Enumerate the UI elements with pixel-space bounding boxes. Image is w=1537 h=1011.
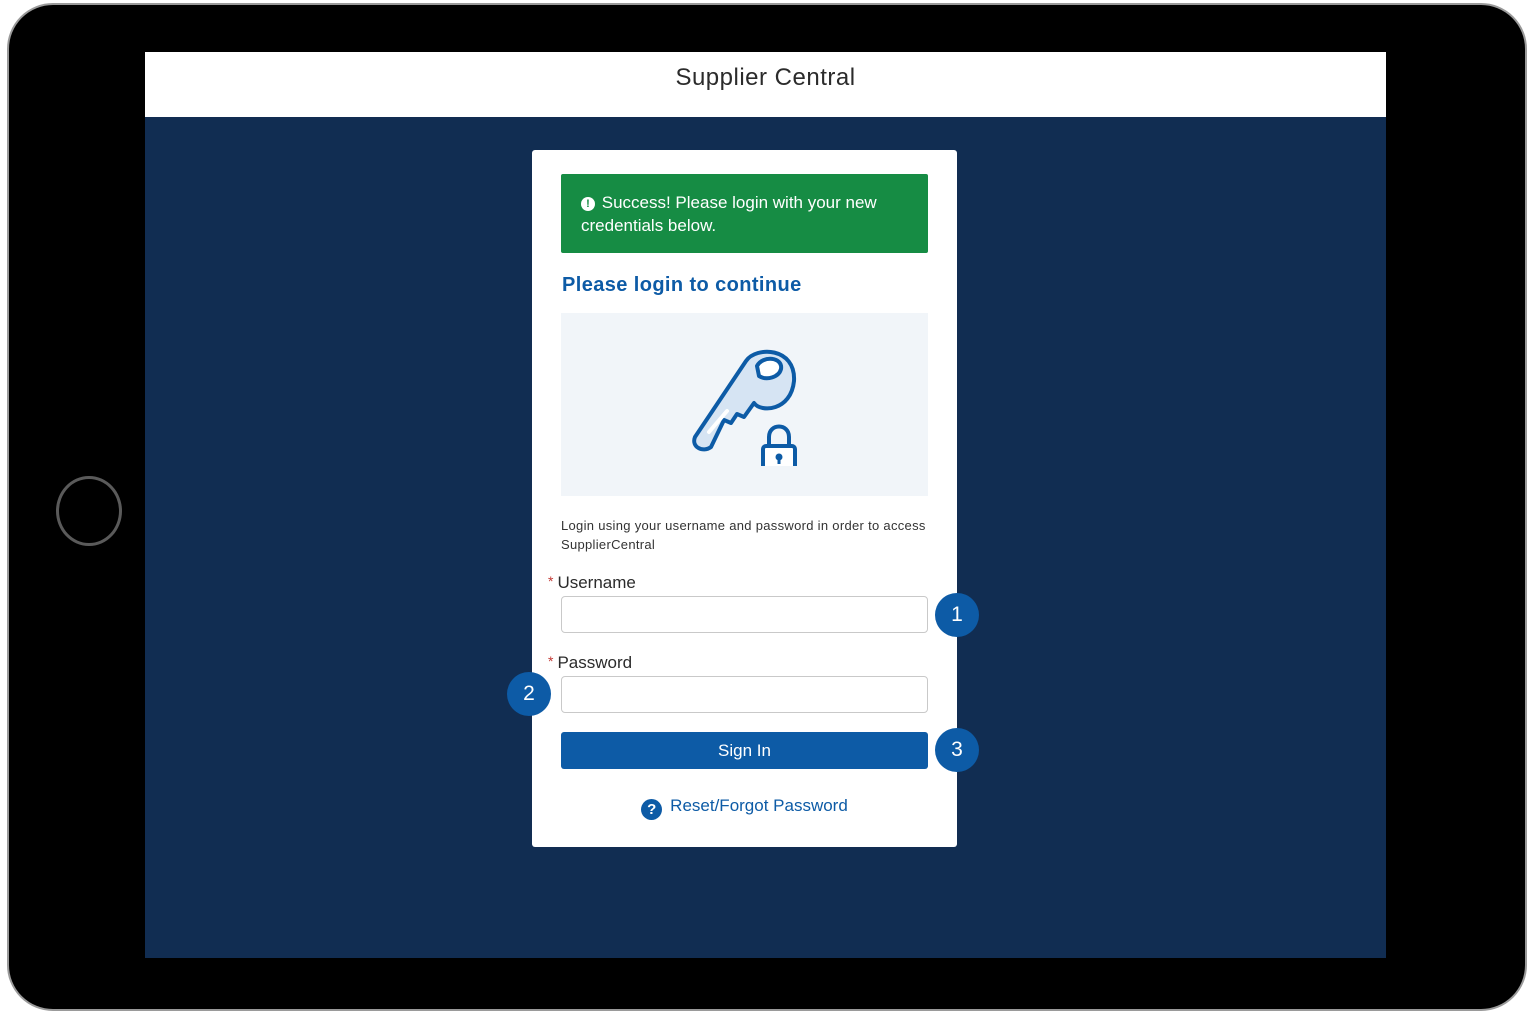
sign-in-button[interactable]: Sign In xyxy=(561,732,928,769)
required-marker: * xyxy=(548,573,554,589)
login-card: ! Success! Please login with your new cr… xyxy=(532,150,957,847)
callout-marker-2: 2 xyxy=(507,672,551,716)
login-description: Login using your username and password i… xyxy=(561,518,926,552)
password-label-text: Password xyxy=(557,653,633,672)
alert-text: Success! Please login with your new cred… xyxy=(581,193,877,235)
question-circle-icon: ? xyxy=(641,799,663,820)
success-alert: ! Success! Please login with your new cr… xyxy=(561,174,928,253)
app-title: Supplier Central xyxy=(675,64,856,91)
home-button xyxy=(56,476,122,546)
key-lock-icon xyxy=(692,349,797,466)
reset-password-link[interactable]: ? Reset/Forgot Password xyxy=(532,796,957,820)
username-label: * Username xyxy=(548,573,636,593)
top-bar: Supplier Central xyxy=(145,52,1386,117)
required-marker: * xyxy=(548,653,554,669)
callout-marker-3: 3 xyxy=(935,728,979,772)
username-label-text: Username xyxy=(557,573,636,592)
login-heading: Please login to continue xyxy=(562,274,802,296)
exclamation-circle-icon: ! xyxy=(581,197,595,211)
app-screen: Supplier Central ! Success! Please login… xyxy=(145,52,1386,958)
reset-password-label: Reset/Forgot Password xyxy=(670,796,848,815)
username-input[interactable] xyxy=(561,596,928,633)
callout-marker-1: 1 xyxy=(935,593,979,637)
password-label: * Password xyxy=(548,653,632,673)
hero-illustration xyxy=(561,313,928,496)
password-input[interactable] xyxy=(561,676,928,713)
